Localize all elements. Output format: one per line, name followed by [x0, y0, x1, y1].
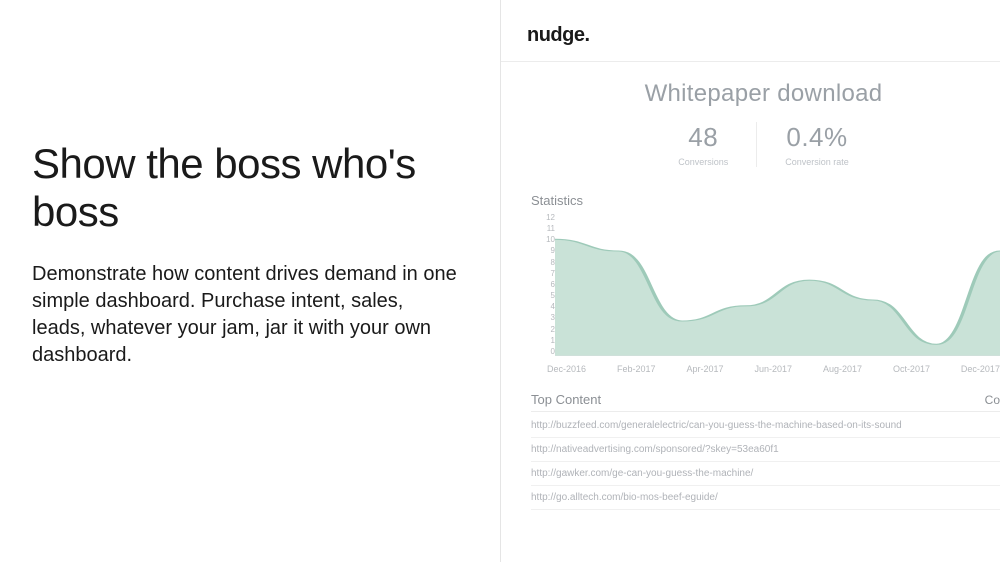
stat-conversion-rate: 0.4% Conversion rate [756, 122, 877, 167]
top-content-header: Top Content Co [531, 392, 1000, 412]
stat-conversions: 48 Conversions [650, 122, 756, 167]
area-chart [555, 216, 1000, 356]
y-tick: 6 [537, 281, 555, 289]
statistics-label: Statistics [527, 193, 1000, 208]
dashboard-panel: nudge Whitepaper download 48 Conversions… [500, 0, 1000, 562]
top-content-section: Top Content Co http://buzzfeed.com/gener… [527, 392, 1000, 510]
y-tick: 1 [537, 337, 555, 345]
y-tick: 12 [537, 214, 555, 222]
url-row[interactable]: http://go.alltech.com/bio-mos-beef-eguid… [531, 486, 1000, 510]
body-text: Demonstrate how content drives demand in… [32, 261, 460, 369]
url-row[interactable]: http://buzzfeed.com/generalelectric/can-… [531, 414, 1000, 438]
top-content-label: Top Content [531, 392, 601, 407]
y-tick: 7 [537, 270, 555, 278]
marketing-copy: Show the boss who's boss Demonstrate how… [0, 0, 500, 562]
y-tick: 4 [537, 303, 555, 311]
divider [501, 61, 1000, 62]
url-row[interactable]: http://gawker.com/ge-can-you-guess-the-m… [531, 462, 1000, 486]
y-tick: 2 [537, 326, 555, 334]
x-tick: Aug-2017 [823, 364, 862, 374]
x-tick: Dec-2016 [547, 364, 586, 374]
stat-value: 0.4% [785, 122, 849, 153]
stat-label: Conversions [678, 157, 728, 167]
url-list: http://buzzfeed.com/generalelectric/can-… [531, 414, 1000, 510]
statistics-chart: 1211109876543210 Dec-2016Feb-2017Apr-201… [527, 214, 1000, 374]
y-tick: 3 [537, 314, 555, 322]
stat-value: 48 [678, 122, 728, 153]
y-axis: 1211109876543210 [537, 214, 555, 356]
url-row[interactable]: http://nativeadvertising.com/sponsored/?… [531, 438, 1000, 462]
dashboard-title: Whitepaper download [527, 80, 1000, 108]
headline: Show the boss who's boss [32, 140, 460, 237]
x-axis: Dec-2016 Feb-2017 Apr-2017 Jun-2017 Aug-2017… [547, 364, 1000, 374]
x-tick: Jun-2017 [754, 364, 792, 374]
x-tick: Oct-2017 [893, 364, 930, 374]
x-tick: Feb-2017 [617, 364, 656, 374]
top-content-col-right: Co [985, 393, 1000, 407]
y-tick: 11 [537, 225, 555, 233]
stats-row: 48 Conversions 0.4% Conversion rate [527, 122, 1000, 167]
y-tick: 10 [537, 236, 555, 244]
brand-logo: nudge [527, 24, 1000, 61]
y-tick: 0 [537, 348, 555, 356]
x-tick: Dec-2017 [961, 364, 1000, 374]
y-tick: 8 [537, 259, 555, 267]
stat-label: Conversion rate [785, 157, 849, 167]
y-tick: 5 [537, 292, 555, 300]
y-tick: 9 [537, 247, 555, 255]
x-tick: Apr-2017 [686, 364, 723, 374]
